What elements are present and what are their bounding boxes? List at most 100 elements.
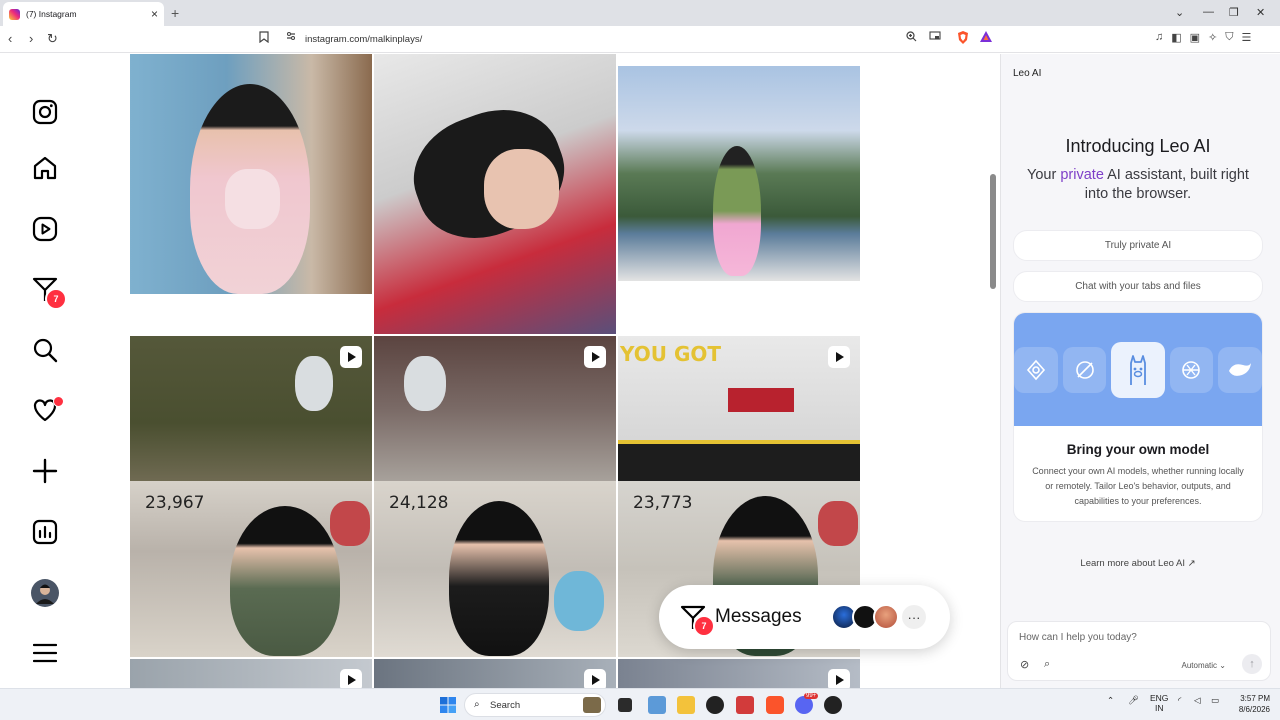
send-button[interactable]: ↑ [1242,654,1262,674]
brave-rewards-icon[interactable] [980,31,992,45]
bring-your-own-model-card[interactable]: Bring your own model Connect your own AI… [1013,312,1263,522]
attach-paperclip-icon[interactable]: ⌕ [1044,658,1050,671]
post-tile[interactable] [130,54,372,294]
reels-icon[interactable] [30,214,60,244]
sidebar-toggle-icon[interactable]: ◧ [1171,31,1181,44]
task-view-icon[interactable] [618,698,632,712]
skull-sticker [404,356,446,411]
leo-chat-input[interactable]: How can I help you today? ⊘ ⌕ Automatic … [1007,621,1271,681]
file-explorer-icon[interactable] [677,696,695,714]
app-icon[interactable] [706,696,724,714]
microphone-icon[interactable]: 🎤︎ [1128,695,1139,706]
windows-taskbar: ⌕ Search 99+ ⌃ 🎤︎ ENG IN ◜ ◁ ▭ 3:57 PM 8/6… [0,688,1280,720]
leo-title: Introducing Leo AI [1065,136,1211,156]
profile-avatar[interactable] [30,578,60,608]
post-tile[interactable] [374,54,616,334]
learn-more-link[interactable]: Learn more about Leo AI ↗ [1001,558,1275,569]
recent-chat-avatars: ··· [831,604,926,630]
app-icon[interactable] [648,696,666,714]
reel-play-icon [584,669,606,688]
reload-button[interactable]: ↻ [47,31,58,47]
app-icon[interactable] [824,696,842,714]
leo-card-private[interactable]: Truly private AI [1013,230,1263,261]
back-button[interactable]: ‹ [8,31,12,46]
minimize-button[interactable]: — [1203,6,1214,18]
external-link-icon: ↗ [1187,558,1196,569]
tab-title: (7) Instagram [26,9,77,19]
music-icon[interactable]: ♫ [1155,31,1163,44]
model-card-title: Bring your own model [1066,442,1210,457]
zoom-icon[interactable] [906,31,917,45]
person-photo [230,506,340,656]
volume-icon[interactable]: ◁ [1194,695,1201,706]
page-scrollbar[interactable] [988,54,998,688]
instagram-nav: 7 [0,54,90,688]
messages-pill-badge: 7 [693,615,715,637]
brave-browser-icon[interactable] [766,696,784,714]
close-window-button[interactable]: ✕ [1256,6,1265,19]
tab-close-icon[interactable]: × [151,7,158,21]
messages-label: Messages [715,606,802,627]
url-field[interactable]: instagram.com/malkinplays/ [258,29,998,50]
page-scrollbar-thumb[interactable] [990,174,996,289]
wallet-icon[interactable]: ▣ [1190,31,1200,44]
model-icon [1062,346,1107,393]
cast-icon[interactable] [929,31,941,44]
messenger-icon: 7 [679,603,715,637]
no-tabs-icon[interactable]: ⊘ [1020,658,1029,671]
messages-pill[interactable]: 7 Messages ··· [659,585,950,649]
app-icon[interactable] [736,696,754,714]
instagram-logo-icon[interactable] [30,97,60,127]
openai-model-icon [1169,346,1214,393]
menu-icon[interactable]: ☰ [1242,31,1252,44]
model-icon [1014,346,1058,393]
leo-ai-icon[interactable]: ✧ [1208,31,1217,44]
model-icons-strip [1014,313,1262,426]
vpn-shield-icon[interactable]: ⛉ [1225,31,1233,44]
reel-tile[interactable] [130,659,372,688]
wifi-icon[interactable]: ◜ [1178,695,1181,706]
llama-model-icon [1111,341,1165,398]
reel-play-icon [828,669,850,688]
language-indicator[interactable]: ENG IN [1150,693,1168,713]
messages-badge: 7 [45,288,67,310]
model-mode-select[interactable]: Automatic ⌄ [1181,661,1226,670]
leo-subtitle: Your private AI assistant, built right i… [1027,167,1249,202]
brave-shields-icon[interactable] [957,31,969,47]
reel-play-icon [340,346,362,368]
leo-header: Leo AI [1013,68,1042,79]
insights-icon[interactable] [30,517,60,547]
address-bar-row: ‹ › ↻ instagram.com/malkinplays/ [0,26,1280,53]
reel-play-icon [584,346,606,368]
new-tab-button[interactable]: + [171,5,179,21]
site-settings-icon[interactable] [286,31,296,44]
reel-tile[interactable] [618,659,860,688]
whale-model-icon [1218,346,1262,393]
post-tile[interactable] [618,66,860,281]
restore-button[interactable]: ❐ [1229,6,1239,19]
search-icon: ⌕ [474,699,480,710]
reel-tile[interactable]: 24,128 [374,336,616,657]
system-clock[interactable]: 3:57 PM 8/6/2026 [1226,693,1270,715]
tray-overflow-icon[interactable]: ⌃ [1107,695,1114,706]
search-icon[interactable] [30,335,60,365]
more-chats-button[interactable]: ··· [902,605,926,629]
forward-button[interactable]: › [29,31,33,46]
more-menu-icon[interactable] [30,638,60,668]
taskbar-search[interactable]: ⌕ Search [464,693,606,717]
discord-badge: 99+ [804,693,819,699]
taskbar-search-label: Search [490,700,521,711]
windows-start-icon[interactable] [439,696,457,714]
search-highlight-image [583,697,601,713]
tab-instagram[interactable]: (7) Instagram × [3,2,164,26]
reel-tile[interactable]: 23,967 [130,336,372,657]
create-plus-icon[interactable] [30,456,60,486]
avatar[interactable] [873,604,899,630]
home-icon[interactable] [30,153,60,183]
battery-icon[interactable]: ▭ [1211,695,1219,706]
tab-list-chevron-icon[interactable]: ⌄ [1175,6,1184,19]
model-card-description: Connect your own AI models, whether runn… [1032,466,1244,506]
leo-card-tabs[interactable]: Chat with your tabs and files [1013,271,1263,302]
person-photo [449,501,549,656]
reel-tile[interactable] [374,659,616,688]
